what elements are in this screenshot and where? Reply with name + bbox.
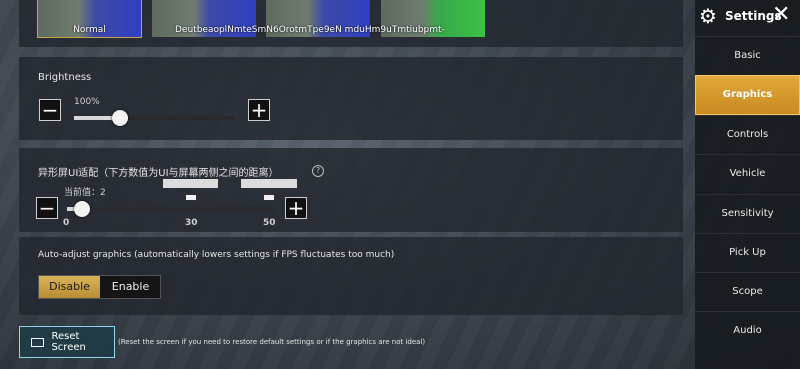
screen-adapt-decrease-button[interactable]: −: [36, 197, 58, 219]
screen-adapt-panel: [19, 148, 683, 232]
tick-label-30: 30: [185, 218, 198, 228]
minus-icon: −: [38, 196, 56, 220]
screen-adapt-current-value: 当前值：2: [64, 188, 106, 198]
thumbnail-label: Normal: [73, 25, 106, 35]
colorblind-thumbnails: Normal DeutbeaoplNmteSmN6OrotmTpe9eN mdu…: [37, 0, 498, 39]
screen-adapt-slider-handle[interactable]: [74, 201, 90, 217]
close-icon[interactable]: ✕: [772, 4, 790, 26]
colorblind-normal[interactable]: Normal: [37, 0, 142, 38]
screen-adapt-label: 异形屏UI适配（下方数值为UI与屏幕两侧之间的距离）: [38, 168, 279, 179]
brightness-value: 100%: [74, 97, 100, 107]
brightness-panel: [19, 57, 683, 140]
thumbnail-overlap-labels: DeutbeaoplNmteSmN6OrotmTpe9eN mduHm9uTmt…: [175, 25, 445, 35]
brightness-slider-track-rest: [128, 116, 235, 120]
brightness-label: Brightness: [38, 72, 92, 83]
brightness-decrease-button[interactable]: −: [39, 99, 61, 121]
preset-tag-30: [163, 179, 218, 188]
auto-adjust-toggle: Disable Enable: [38, 275, 161, 299]
reset-screen-note: (Reset the screen if you need to restore…: [118, 338, 426, 346]
gear-icon: ⚙: [699, 4, 717, 28]
plus-icon: +: [250, 98, 268, 122]
sidebar-item-graphics[interactable]: Graphics: [695, 75, 800, 115]
settings-sidebar: ⚙ Settings ✕ Basic Graphics Controls Veh…: [695, 0, 800, 369]
minus-icon: −: [41, 98, 59, 122]
auto-adjust-label: Auto-adjust graphics (automatically lowe…: [38, 250, 395, 260]
sidebar-item-pick-up[interactable]: Pick Up: [695, 233, 800, 271]
preset-tick-30: [186, 195, 196, 200]
sidebar-item-audio[interactable]: Audio: [695, 311, 800, 349]
settings-header: ⚙ Settings ✕: [695, 0, 800, 34]
screen-adapt-slider-track-rest: [82, 207, 274, 211]
reset-screen-label: Reset Screen: [51, 331, 86, 353]
enable-option[interactable]: Enable: [100, 276, 161, 298]
brightness-slider-handle[interactable]: [112, 110, 128, 126]
sidebar-item-basic[interactable]: Basic: [695, 36, 800, 74]
tick-label-0: 0: [63, 218, 70, 228]
screen-icon: [31, 337, 45, 347]
sidebar-item-sensitivity[interactable]: Sensitivity: [695, 194, 800, 232]
help-icon[interactable]: ?: [312, 165, 324, 177]
sidebar-item-vehicle[interactable]: Vehicle: [695, 154, 800, 192]
preset-tag-50: [241, 179, 297, 188]
brightness-increase-button[interactable]: +: [248, 99, 270, 121]
preset-tick-50: [264, 195, 274, 200]
tick-label-50: 50: [263, 218, 276, 228]
sidebar-item-controls[interactable]: Controls: [695, 115, 800, 153]
reset-screen-button[interactable]: Reset Screen: [19, 326, 115, 358]
plus-icon: +: [287, 196, 305, 220]
screen-adapt-increase-button[interactable]: +: [285, 197, 307, 219]
sidebar-item-scope[interactable]: Scope: [695, 272, 800, 310]
disable-option[interactable]: Disable: [39, 276, 100, 298]
